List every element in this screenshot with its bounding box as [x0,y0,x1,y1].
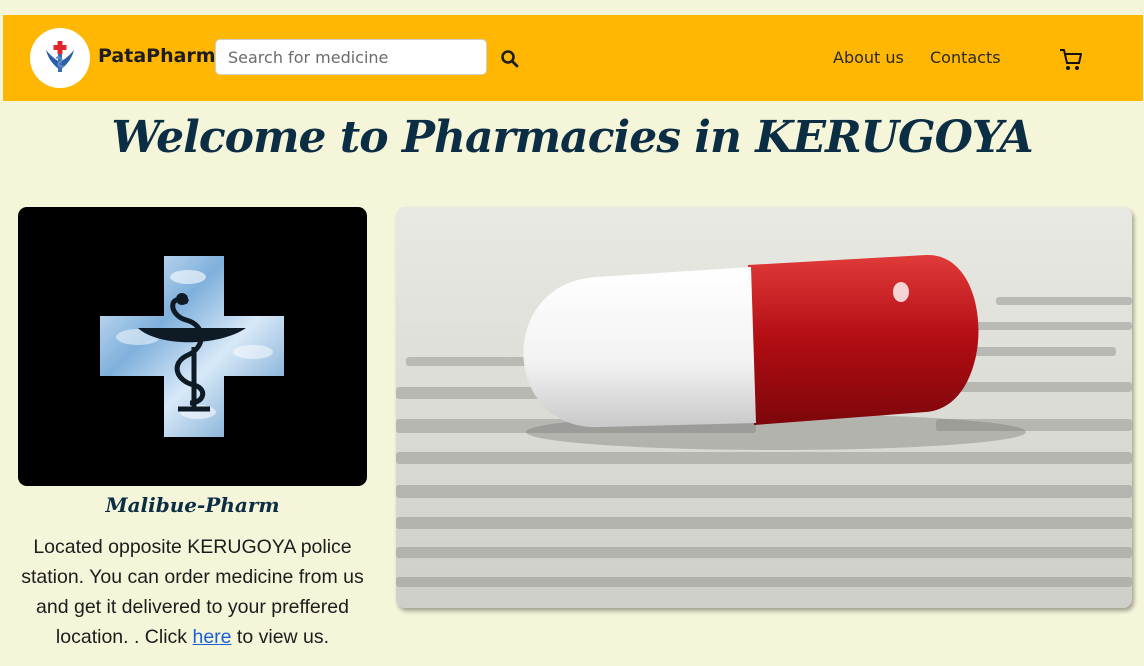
pharmacy-description: Located opposite KERUGOYA police station… [12,532,373,652]
page-title: Welcome to Pharmacies in KERUGOYA [111,112,1033,163]
cart-icon[interactable] [1059,48,1083,72]
navbar: PataPharm About us Contacts [3,15,1143,101]
pharmacy-name: Malibue-Pharm [105,493,280,517]
pharmacy-image [18,207,367,486]
nav-contacts[interactable]: Contacts [930,48,1001,67]
description-text-end: to view us. [231,626,330,648]
caduceus-icon [46,41,74,72]
search-icon[interactable] [500,49,520,69]
view-pharmacy-link[interactable]: here [192,626,231,648]
hero-image [396,207,1132,608]
logo[interactable] [30,28,90,88]
brand-name[interactable]: PataPharm [98,45,216,67]
search-input[interactable] [215,39,487,75]
nav-about-us[interactable]: About us [833,48,904,67]
